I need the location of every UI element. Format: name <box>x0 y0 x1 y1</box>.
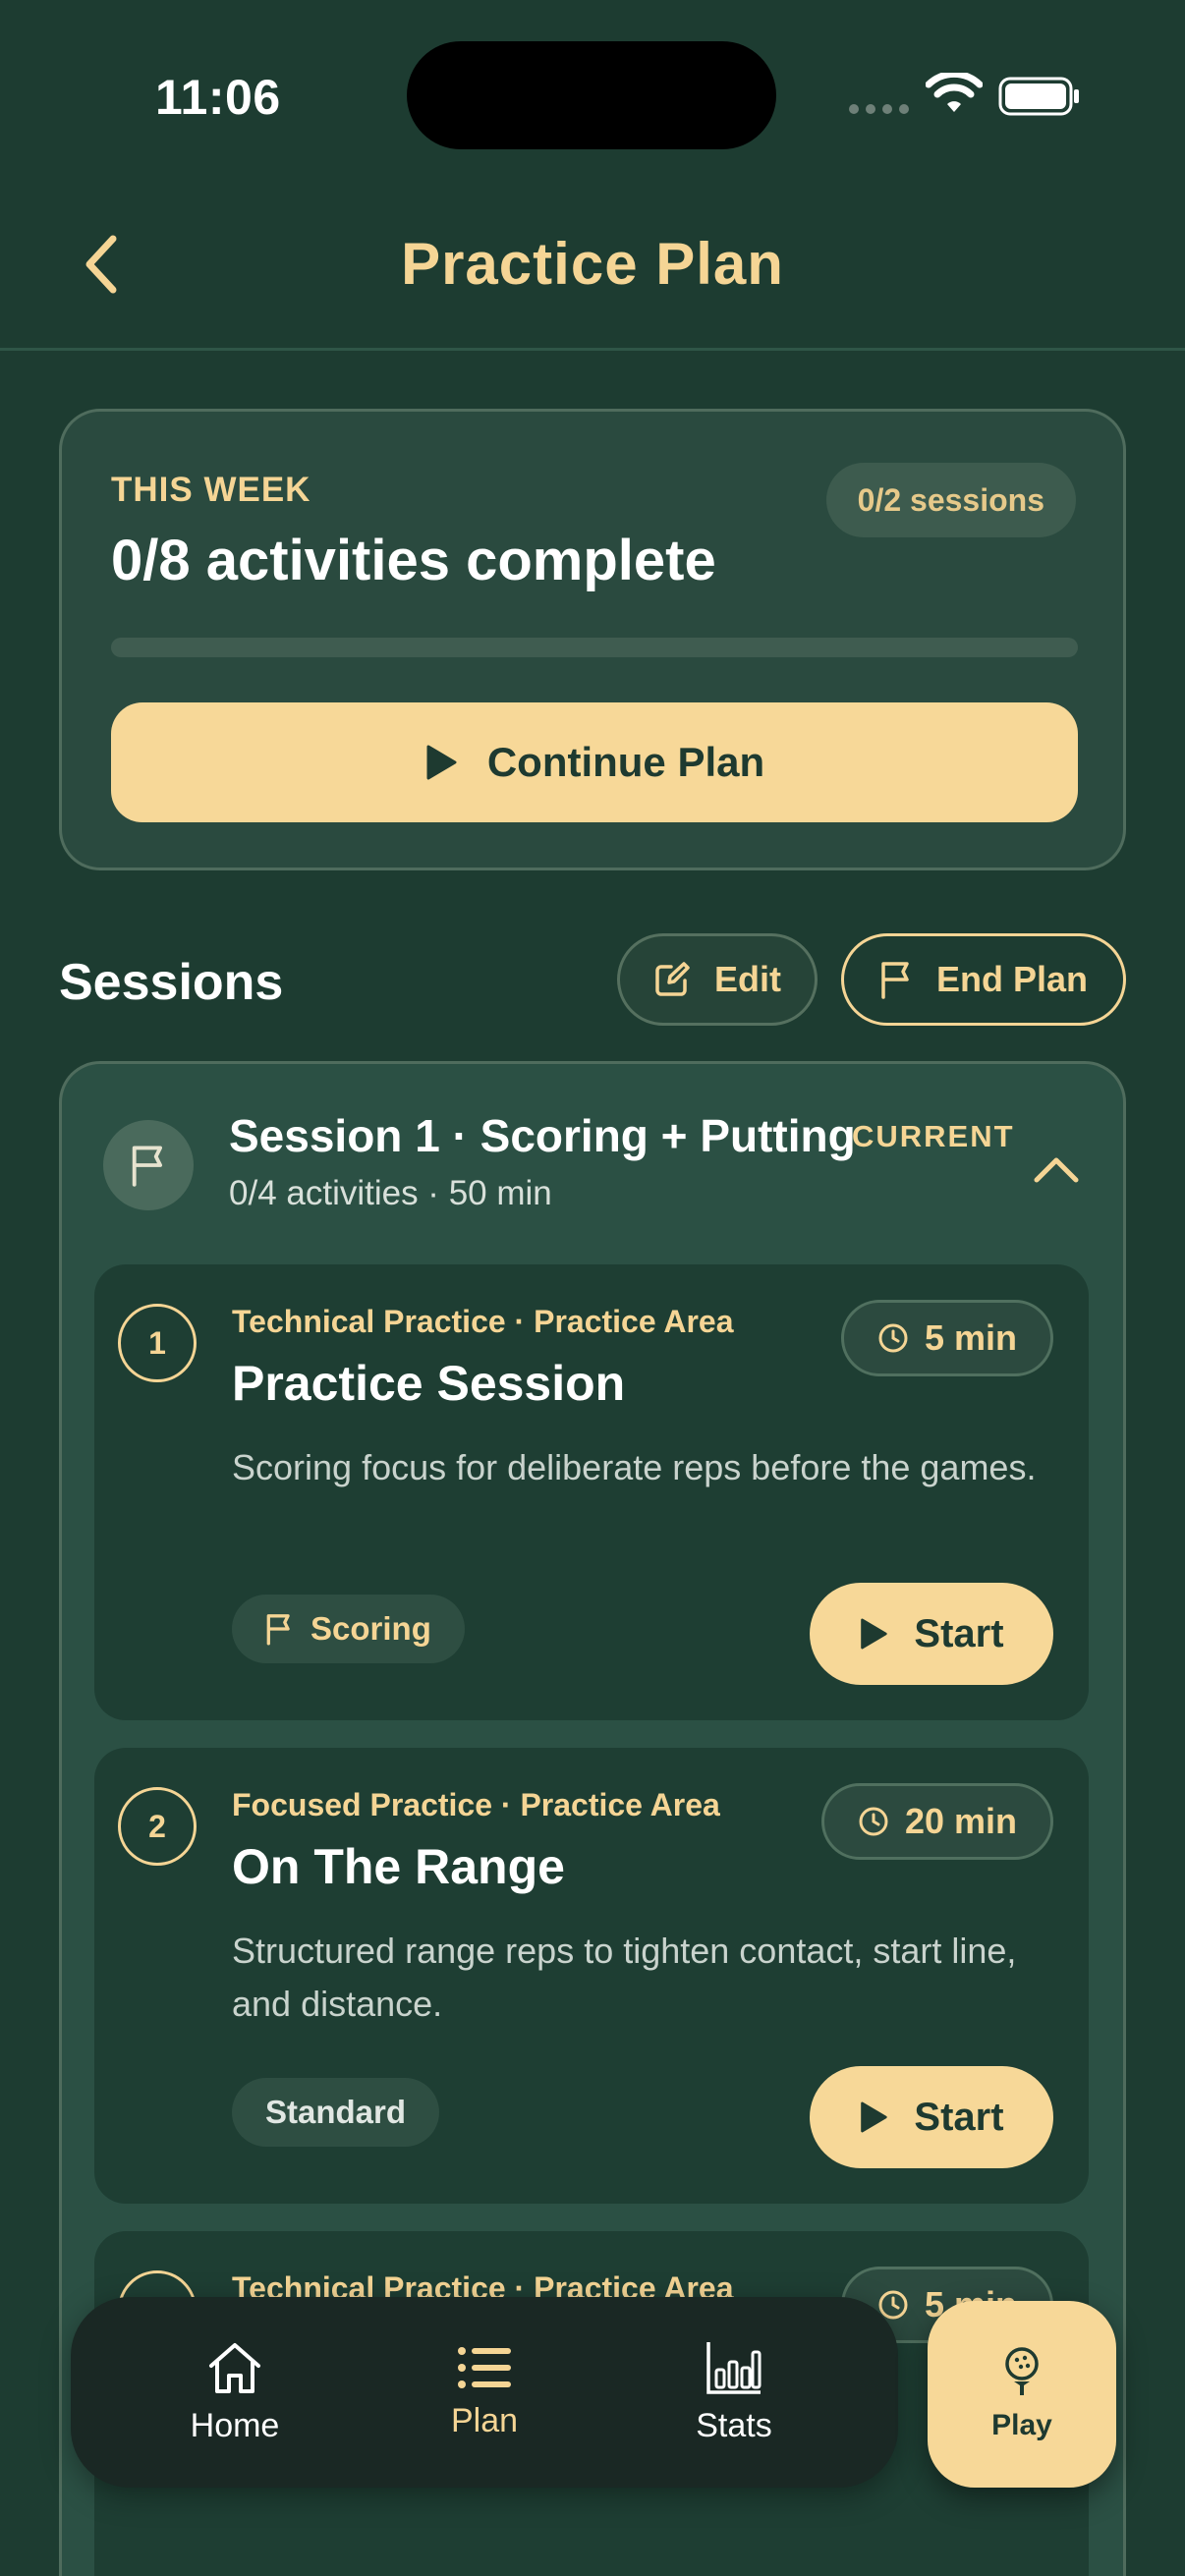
chevron-up-icon <box>1034 1157 1079 1183</box>
current-session-tag: CURRENT <box>852 1119 1015 1153</box>
tab-home-label: Home <box>190 2406 280 2444</box>
end-plan-button[interactable]: End Plan <box>841 933 1126 1026</box>
home-icon <box>209 2342 260 2393</box>
end-plan-label: End Plan <box>935 959 1089 999</box>
play-icon <box>861 1618 888 1650</box>
activity-tag: Scoring <box>232 1595 465 1663</box>
start-label: Start <box>914 1611 1004 1655</box>
page-title: Practice Plan <box>401 231 784 297</box>
bar-chart-icon <box>706 2341 762 2394</box>
status-time: 11:06 <box>155 70 281 125</box>
battery-icon <box>998 77 1079 116</box>
activity-number: 1 <box>118 1304 197 1382</box>
tab-plan[interactable]: Plan <box>401 2345 568 2440</box>
activity-number: 2 <box>118 1787 197 1866</box>
edit-icon <box>655 962 690 996</box>
play-label: Play <box>991 2409 1052 2441</box>
session-flag-badge <box>103 1120 194 1210</box>
golf-ball-tee-icon <box>1005 2347 1039 2395</box>
list-icon <box>458 2346 511 2388</box>
flag-icon <box>132 1146 163 1187</box>
tab-bar: Home Plan Stats <box>71 2297 898 2488</box>
dynamic-island <box>407 41 776 149</box>
session-name: Session 1 · Scoring + Putting <box>229 1110 856 1161</box>
nav-divider <box>0 348 1185 351</box>
tab-plan-label: Plan <box>450 2401 519 2439</box>
activity-duration-label: 20 min <box>904 1801 1017 1841</box>
collapse-session-button[interactable] <box>1027 1145 1086 1194</box>
week-label: THIS WEEK <box>111 471 311 509</box>
play-icon <box>426 745 457 780</box>
start-activity-button[interactable]: Start <box>810 1583 1053 1685</box>
sessions-count-badge: 0/2 sessions <box>825 463 1076 537</box>
activity-title: On The Range <box>232 1839 565 1894</box>
start-activity-button[interactable]: Start <box>810 2066 1053 2168</box>
clock-icon <box>878 1323 908 1353</box>
start-label: Start <box>914 2095 1004 2139</box>
clock-icon <box>859 1807 888 1836</box>
sessions-heading: Sessions <box>59 954 284 1011</box>
edit-label: Edit <box>714 959 781 999</box>
activity-type: Technical Practice · Practice Area <box>232 1304 734 1339</box>
activity-title: Practice Session <box>232 1356 626 1411</box>
activity-card: 2 Focused Practice · Practice Area On Th… <box>94 1748 1089 2204</box>
activity-tag-label: Scoring <box>310 1610 431 1647</box>
weekly-summary-card: THIS WEEK 0/8 activities complete 0/2 se… <box>59 409 1126 870</box>
play-icon <box>861 2101 888 2133</box>
activity-duration: 5 min <box>840 1300 1053 1376</box>
activity-card: 1 Technical Practice · Practice Area Pra… <box>94 1264 1089 1720</box>
continue-plan-label: Continue Plan <box>486 739 765 785</box>
weekly-progress-bar <box>111 638 1078 657</box>
activity-duration-label: 5 min <box>924 1317 1017 1358</box>
activity-duration: 20 min <box>820 1783 1053 1860</box>
flag-icon <box>266 1614 290 1646</box>
tab-stats-label: Stats <box>696 2406 772 2444</box>
activity-description: Structured range reps to tighten contact… <box>232 1931 1017 2024</box>
continue-plan-button[interactable]: Continue Plan <box>111 702 1078 822</box>
cellular-signal-icon <box>849 104 909 114</box>
flag-icon <box>881 962 909 999</box>
tab-home[interactable]: Home <box>151 2340 318 2445</box>
wifi-icon <box>926 73 983 112</box>
edit-button[interactable]: Edit <box>617 933 818 1026</box>
activity-tag: Standard <box>232 2078 440 2147</box>
practice-plan-screen: 11:06 Practice Plan THIS WEEK 0/8 activi… <box>0 0 1185 2576</box>
activity-tag-label: Standard <box>265 2094 407 2130</box>
activity-type: Focused Practice · Practice Area <box>232 1787 720 1822</box>
session-meta: 0/4 activities · 50 min <box>229 1174 552 1212</box>
activity-description: Scoring focus for deliberate reps before… <box>232 1447 1037 1487</box>
tab-stats[interactable]: Stats <box>650 2340 818 2445</box>
play-button[interactable]: Play <box>928 2301 1116 2488</box>
activities-complete-headline: 0/8 activities complete <box>111 529 716 592</box>
